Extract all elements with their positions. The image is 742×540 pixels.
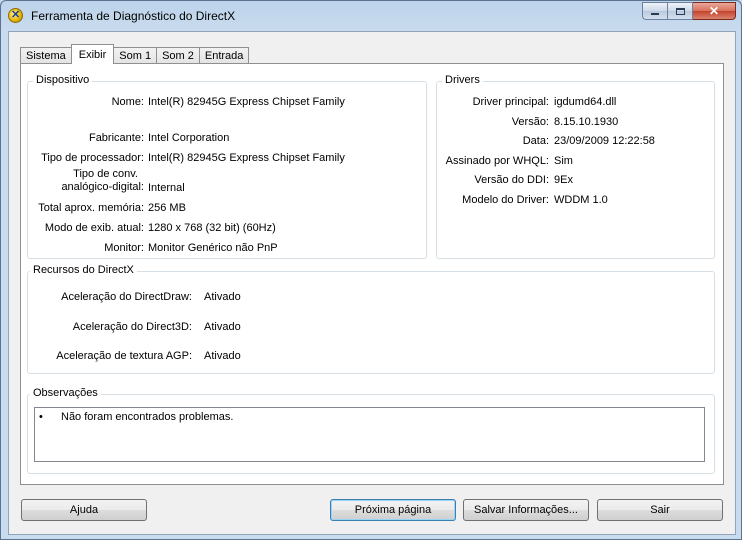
close-button[interactable]: ✕ [693, 2, 736, 20]
window-title: Ferramenta de Diagnóstico do DirectX [31, 9, 236, 23]
device-manufacturer-label: Fabricante: [88, 132, 144, 144]
feature-direct3d-label: Aceleração do Direct3D: [72, 321, 192, 333]
device-dac-type-label-line1: Tipo de conv. [73, 168, 138, 180]
device-chip-type-value: Intel(R) 82945G Express Chipset Family [148, 152, 345, 164]
device-memory-value: 256 MB [148, 202, 186, 214]
maximize-icon [675, 7, 685, 15]
note-bullet: • [39, 411, 43, 423]
tab-som-2[interactable]: Som 2 [156, 47, 200, 64]
tab-sistema[interactable]: Sistema [20, 47, 72, 64]
device-group: Dispositivo Nome: Intel(R) 82945G Expres… [27, 74, 427, 259]
device-dac-type-label-line2: analógico-digital: [61, 181, 144, 193]
caption-buttons: ✕ [642, 2, 736, 21]
device-name-label: Nome: [111, 96, 144, 108]
device-manufacturer-value: Intel Corporation [148, 132, 230, 144]
directx-app-icon [8, 8, 23, 23]
driver-version-label: Versão: [511, 116, 549, 128]
driver-model-value: WDDM 1.0 [554, 194, 608, 206]
exit-button[interactable]: Sair [597, 499, 723, 521]
device-display-mode-value: 1280 x 768 (32 bit) (60Hz) [148, 222, 276, 234]
help-button[interactable]: Ajuda [21, 499, 147, 521]
device-monitor-label: Monitor: [104, 242, 144, 254]
device-name-value: Intel(R) 82945G Express Chipset Family [148, 96, 345, 108]
device-dac-type-value: Internal [148, 182, 185, 194]
device-display-mode-label: Modo de exib. atual: [44, 222, 144, 234]
save-info-button[interactable]: Salvar Informações... [463, 499, 589, 521]
client-area: Sistema Exibir Som 1 Som 2 Entrada Dispo… [8, 31, 736, 535]
minimize-button[interactable] [642, 2, 668, 20]
dxdiag-window: Ferramenta de Diagnóstico do DirectX ✕ S… [0, 0, 742, 540]
feature-directdraw-value: Ativado [204, 291, 241, 303]
driver-model-label: Modelo do Driver: [462, 194, 549, 206]
notes-textbox[interactable]: • Não foram encontrados problemas. [34, 407, 705, 462]
driver-main-value: igdumd64.dll [554, 96, 617, 108]
driver-whql-label: Assinado por WHQL: [445, 155, 549, 167]
driver-version-value: 8.15.10.1930 [554, 116, 619, 128]
driver-date-value: 23/09/2009 12:22:58 [554, 135, 655, 147]
minimize-icon [651, 13, 659, 15]
title-bar[interactable]: Ferramenta de Diagnóstico do DirectX ✕ [1, 1, 741, 31]
feature-directdraw-label: Aceleração do DirectDraw: [61, 291, 192, 303]
tab-exibir[interactable]: Exibir [70, 44, 115, 64]
feature-agp-label: Aceleração de textura AGP: [56, 350, 192, 362]
drivers-group-title: Drivers [442, 74, 483, 86]
notes-group-title: Observações [30, 387, 101, 399]
drivers-group: Drivers Driver principal: igdumd64.dll V… [436, 74, 715, 259]
driver-ddi-label: Versão do DDI: [474, 174, 549, 186]
device-chip-type-label: Tipo de processador: [41, 152, 144, 164]
tab-entrada[interactable]: Entrada [198, 47, 250, 64]
tab-strip: Sistema Exibir Som 1 Som 2 Entrada [20, 44, 250, 64]
notes-group: Observações • Não foram encontrados prob… [27, 387, 715, 474]
display-tab-panel: Dispositivo Nome: Intel(R) 82945G Expres… [20, 63, 724, 485]
feature-agp-value: Ativado [204, 350, 241, 362]
driver-whql-value: Sim [554, 155, 573, 167]
driver-main-label: Driver principal: [472, 96, 549, 108]
next-page-button[interactable]: Próxima página [330, 499, 456, 521]
tab-som-1[interactable]: Som 1 [113, 47, 158, 64]
directx-features-title: Recursos do DirectX [30, 264, 137, 276]
feature-direct3d-value: Ativado [204, 321, 241, 333]
close-icon: ✕ [708, 4, 720, 18]
driver-ddi-value: 9Ex [554, 174, 573, 186]
note-item: Não foram encontrados problemas. [61, 411, 234, 423]
directx-features-group: Recursos do DirectX Aceleração do Direct… [27, 264, 715, 374]
maximize-button[interactable] [668, 2, 693, 20]
device-group-title: Dispositivo [33, 74, 93, 86]
driver-date-label: Data: [522, 135, 549, 147]
device-memory-label: Total aprox. memória: [38, 202, 144, 214]
device-monitor-value: Monitor Genérico não PnP [148, 242, 278, 254]
